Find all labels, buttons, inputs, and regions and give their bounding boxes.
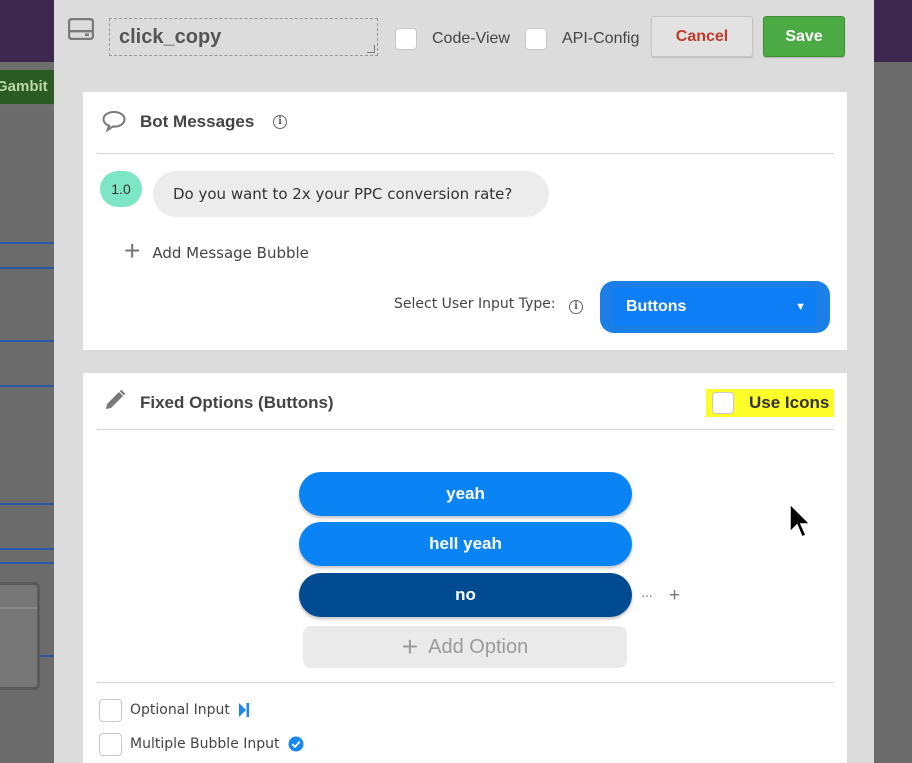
plus-icon: +: [401, 631, 419, 662]
api-config-checkbox[interactable]: [525, 28, 547, 50]
add-message-bubble-button[interactable]: + Add Message Bubble: [124, 237, 309, 265]
use-icons-toggle[interactable]: Use Icons: [706, 389, 834, 417]
use-icons-label: Use Icons: [749, 393, 830, 412]
input-type-label: Select User Input Type:: [394, 296, 556, 312]
connector-line: [0, 562, 54, 564]
info-icon[interactable]: i: [273, 115, 287, 129]
use-icons-checkbox[interactable]: [712, 392, 734, 414]
input-type-select-wrapper: Buttons ▼: [600, 281, 830, 333]
add-sub-option-icon[interactable]: +: [669, 585, 680, 607]
dropdown-caret-icon: ▼: [795, 301, 806, 313]
edit-modal: click_copy Code-View API-Config Cancel S…: [54, 0, 874, 763]
bot-messages-title: Bot Messages: [140, 112, 255, 131]
api-config-label: API-Config: [562, 30, 640, 47]
option-button-selected[interactable]: no: [299, 573, 632, 617]
divider: [97, 429, 834, 430]
add-option-label: Add Option: [428, 635, 529, 658]
save-button[interactable]: Save: [763, 16, 845, 57]
fixed-options-card: Fixed Options (Buttons) Use Icons yeah h…: [83, 373, 847, 763]
multiple-bubble-checkbox[interactable]: [99, 732, 122, 756]
divider: [97, 153, 834, 154]
floppy-disk-icon[interactable]: [68, 18, 94, 40]
connector-line: [0, 385, 54, 387]
skip-forward-icon: [238, 703, 249, 717]
connector-line: [0, 340, 54, 342]
optional-input-label: Optional Input: [130, 702, 230, 718]
bot-messages-card: Bot Messages i 1.0 Do you want to 2x you…: [83, 92, 847, 350]
connector-line: [0, 242, 54, 244]
resize-handle[interactable]: [367, 45, 375, 53]
info-icon[interactable]: i: [569, 300, 583, 314]
background-node: [0, 582, 40, 690]
modal-header: click_copy Code-View API-Config Cancel S…: [54, 0, 874, 72]
code-view-checkbox[interactable]: [395, 28, 417, 50]
cancel-button[interactable]: Cancel: [651, 16, 753, 57]
add-option-button[interactable]: + Add Option: [303, 626, 627, 668]
divider: [97, 682, 834, 683]
connector-line: [0, 503, 54, 505]
plus-icon: +: [124, 235, 141, 266]
connector-line: [0, 267, 54, 269]
flow-name-input[interactable]: click_copy: [109, 18, 378, 56]
connector-line: [0, 548, 54, 550]
speech-bubble-icon: [102, 110, 126, 132]
gambit-button[interactable]: Gambit: [0, 70, 54, 104]
option-button[interactable]: hell yeah: [299, 522, 632, 566]
code-view-label: Code-View: [432, 30, 510, 47]
message-bubble[interactable]: Do you want to 2x your PPC conversion ra…: [153, 171, 549, 217]
multiple-bubble-row[interactable]: Multiple Bubble Input: [99, 732, 304, 756]
multiple-bubble-label: Multiple Bubble Input: [130, 736, 280, 752]
pencil-icon: [106, 389, 126, 409]
more-options-icon[interactable]: ···: [641, 587, 653, 603]
optional-input-row[interactable]: Optional Input: [99, 698, 250, 722]
add-message-bubble-label: Add Message Bubble: [152, 244, 309, 262]
background-right-strip: [874, 62, 912, 763]
optional-input-checkbox[interactable]: [99, 698, 122, 722]
input-type-select[interactable]: Buttons ▼: [614, 288, 816, 326]
message-number-badge[interactable]: 1.0: [100, 171, 142, 207]
fixed-options-title: Fixed Options (Buttons): [140, 393, 334, 412]
mouse-cursor-icon: [789, 502, 812, 539]
check-circle-icon: [288, 736, 304, 752]
option-button[interactable]: yeah: [299, 472, 632, 516]
